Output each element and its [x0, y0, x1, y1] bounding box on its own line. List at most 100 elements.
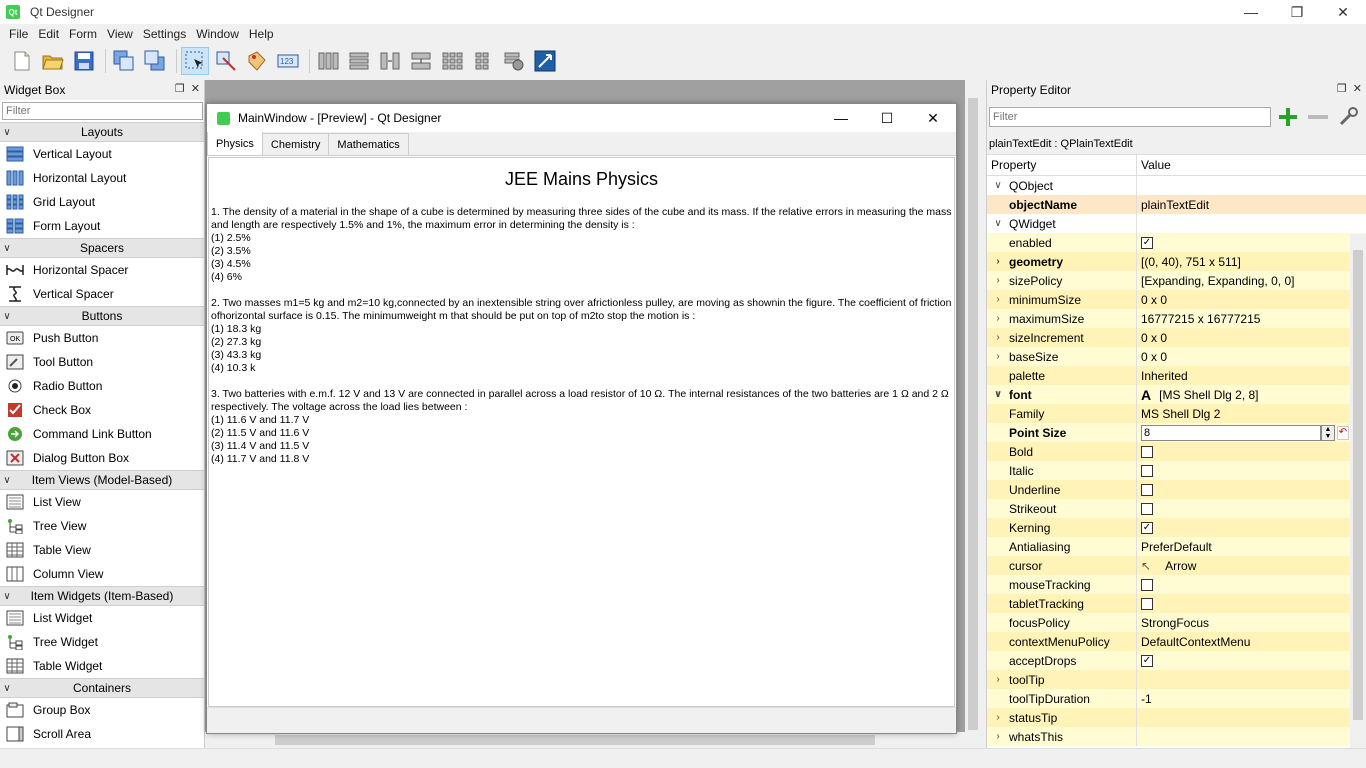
property-row[interactable]: ∨ QWidget — [987, 214, 1366, 233]
chevron-right-icon[interactable]: › — [987, 313, 1009, 324]
checkbox-unchecked[interactable] — [1141, 445, 1153, 458]
checkbox-unchecked[interactable] — [1141, 502, 1153, 515]
chevron-right-icon[interactable]: › — [987, 731, 1009, 742]
property-row[interactable]: Bold unchecked — [987, 442, 1366, 461]
chevron-right-icon[interactable]: › — [987, 674, 1009, 685]
spin-arrows-icon[interactable]: ▲ ▼ — [1321, 424, 1335, 441]
menu-view[interactable]: View — [102, 27, 138, 41]
widget-box-item[interactable]: Dialog Button Box — [0, 446, 204, 470]
widget-box-item[interactable]: Command Link Button — [0, 422, 204, 446]
widget-box-item[interactable]: Radio Button — [0, 374, 204, 398]
tab-mathematics[interactable]: Mathematics — [328, 133, 409, 155]
property-value-cell[interactable]: unchecked — [1137, 575, 1366, 594]
send-to-back-icon[interactable] — [110, 47, 138, 75]
widget-box-item[interactable]: List View — [0, 490, 204, 514]
property-row[interactable]: › maximumSize 16777215 x 16777215 — [987, 309, 1366, 328]
widget-box-item[interactable]: List Widget — [0, 606, 204, 630]
mdi-horizontal-scrollbar[interactable] — [205, 732, 965, 748]
remove-dynamic-property-icon[interactable] — [1307, 106, 1329, 128]
property-vertical-scrollbar[interactable] — [1350, 234, 1366, 748]
add-dynamic-property-icon[interactable] — [1277, 106, 1299, 128]
property-value-cell[interactable]: plainTextEdit — [1137, 195, 1366, 214]
property-row[interactable]: Underline unchecked — [987, 480, 1366, 499]
widget-box-filter-input[interactable] — [2, 102, 203, 120]
float-dock-icon[interactable]: ❐ — [175, 82, 185, 95]
property-value-cell[interactable]: 0 x 0 — [1137, 347, 1366, 366]
property-row[interactable]: toolTipDuration -1 — [987, 689, 1366, 708]
property-value-cell[interactable]: ↖ Arrow — [1137, 556, 1366, 575]
property-row[interactable]: › sizeIncrement 0 x 0 — [987, 328, 1366, 347]
property-value-cell[interactable]: unchecked — [1137, 499, 1366, 518]
preview-close-button[interactable]: ✕ — [910, 104, 956, 132]
property-row[interactable]: enabled ✓checked — [987, 233, 1366, 252]
property-row[interactable]: Italic unchecked — [987, 461, 1366, 480]
property-row[interactable]: objectName plainTextEdit — [987, 195, 1366, 214]
property-value-cell[interactable]: Inherited — [1137, 366, 1366, 385]
adjust-size-icon[interactable] — [531, 47, 559, 75]
menu-edit[interactable]: Edit — [33, 27, 64, 41]
property-row[interactable]: › whatsThis — [987, 727, 1366, 746]
property-value-cell[interactable]: -1 — [1137, 689, 1366, 708]
bring-to-front-icon[interactable] — [141, 47, 169, 75]
widget-category-header[interactable]: ∨ Spacers — [0, 238, 204, 258]
value-column-header[interactable]: Value — [1137, 155, 1171, 175]
plain-text-edit[interactable]: JEE Mains Physics 1. The density of a ma… — [208, 157, 955, 707]
edit-tab-order-icon[interactable]: 123 — [274, 47, 302, 75]
property-value-cell[interactable]: unchecked — [1137, 480, 1366, 499]
chevron-right-icon[interactable]: › — [987, 294, 1009, 305]
float-dock-icon[interactable]: ❐ — [1337, 82, 1347, 95]
edit-widgets-icon[interactable] — [181, 47, 209, 75]
property-value-cell[interactable]: [Expanding, Expanding, 0, 0] — [1137, 271, 1366, 290]
restore-button[interactable]: ❐ — [1274, 0, 1320, 24]
minimize-button[interactable]: — — [1228, 0, 1274, 24]
widget-category-header[interactable]: ∨ Item Widgets (Item-Based) — [0, 586, 204, 606]
configure-icon[interactable] — [1337, 106, 1359, 128]
widget-box-item[interactable]: Tree View — [0, 514, 204, 538]
property-row[interactable]: › toolTip — [987, 670, 1366, 689]
new-file-icon[interactable] — [8, 47, 36, 75]
menu-help[interactable]: Help — [244, 27, 279, 41]
property-row[interactable]: focusPolicy StrongFocus — [987, 613, 1366, 632]
property-value-cell[interactable]: 16777215 x 16777215 — [1137, 309, 1366, 328]
property-row[interactable]: tabletTracking unchecked — [987, 594, 1366, 613]
scrollbar-thumb[interactable] — [968, 98, 978, 730]
property-value-cell[interactable]: DefaultContextMenu — [1137, 632, 1366, 651]
widget-box-item[interactable]: Horizontal Spacer — [0, 258, 204, 282]
lay-out-vertically-icon[interactable] — [345, 47, 373, 75]
lay-out-form-icon[interactable] — [469, 47, 497, 75]
widget-box-item[interactable]: Tree Widget — [0, 630, 204, 654]
reset-property-icon[interactable]: ↶ — [1337, 425, 1349, 440]
lay-out-horizontally-icon[interactable] — [314, 47, 342, 75]
widget-category-header[interactable]: ∨ Containers — [0, 678, 204, 698]
close-dock-icon[interactable]: ✕ — [191, 82, 200, 95]
widget-box-item[interactable]: Scroll Area — [0, 722, 204, 746]
scrollbar-thumb[interactable] — [275, 735, 875, 745]
property-filter-input[interactable] — [989, 107, 1271, 127]
mdi-vertical-scrollbar[interactable] — [965, 80, 981, 732]
menu-file[interactable]: File — [4, 27, 33, 41]
preview-maximize-button[interactable]: ☐ — [864, 104, 910, 132]
chevron-down-icon[interactable]: ∨ — [987, 389, 1009, 400]
widget-box-item[interactable]: Tool Button — [0, 350, 204, 374]
property-value-cell[interactable]: 0 x 0 — [1137, 328, 1366, 347]
property-row[interactable]: palette Inherited — [987, 366, 1366, 385]
checkbox-checked[interactable]: ✓ — [1141, 236, 1153, 249]
property-row[interactable]: ∨ font A [MS Shell Dlg 2, 8] — [987, 385, 1366, 404]
close-dock-icon[interactable]: ✕ — [1353, 82, 1362, 95]
chevron-down-icon[interactable]: ∨ — [987, 180, 1009, 191]
menu-window[interactable]: Window — [191, 27, 244, 41]
property-value-cell[interactable]: [(0, 40), 751 x 511] — [1137, 252, 1366, 271]
widget-category-header[interactable]: ∨ Buttons — [0, 306, 204, 326]
break-layout-icon[interactable] — [500, 47, 528, 75]
chevron-down-icon[interactable]: ∨ — [987, 218, 1009, 229]
property-row[interactable]: contextMenuPolicy DefaultContextMenu — [987, 632, 1366, 651]
preview-minimize-button[interactable]: — — [818, 104, 864, 132]
widget-box-item[interactable]: Vertical Spacer — [0, 282, 204, 306]
widget-box-item[interactable]: Column View — [0, 562, 204, 586]
property-row[interactable]: › statusTip — [987, 708, 1366, 727]
widget-box-item[interactable]: Table View — [0, 538, 204, 562]
property-row[interactable]: Family MS Shell Dlg 2 — [987, 404, 1366, 423]
property-row[interactable]: mouseTracking unchecked — [987, 575, 1366, 594]
splitter-horizontal-icon[interactable] — [376, 47, 404, 75]
widget-box-item[interactable]: Table Widget — [0, 654, 204, 678]
